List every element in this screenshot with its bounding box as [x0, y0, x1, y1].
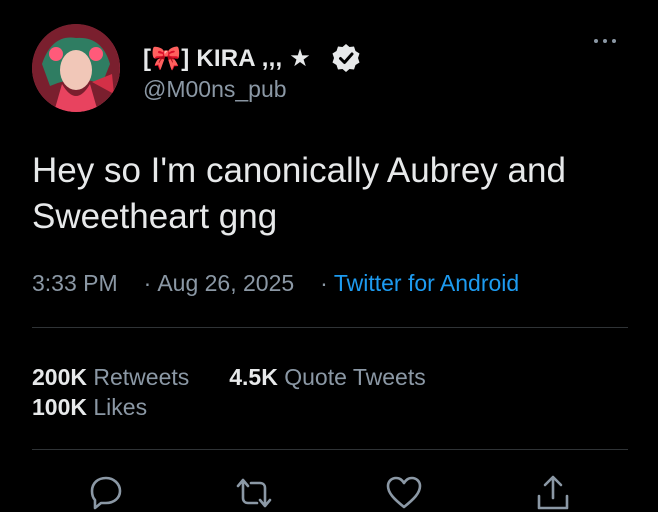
avatar-image: [32, 24, 120, 112]
like-button[interactable]: [385, 474, 423, 512]
share-icon: [537, 475, 569, 510]
user-handle[interactable]: @M00ns_pub: [143, 76, 287, 103]
separator-dot: ·: [320, 270, 328, 296]
display-name[interactable]: [🎀] KIRA ,,, ★: [143, 44, 311, 73]
tweet-stats: 200K Retweets 4.5K Quote Tweets 100K Lik…: [32, 362, 426, 422]
divider: [32, 327, 628, 328]
divider: [32, 449, 628, 450]
retweet-icon: [236, 478, 272, 508]
avatar[interactable]: [32, 24, 120, 112]
retweets-label: Retweets: [93, 364, 190, 390]
reply-button[interactable]: [87, 474, 125, 512]
tweet-source[interactable]: Twitter for Android: [334, 270, 519, 297]
share-button[interactable]: [534, 474, 572, 512]
likes-label: Likes: [93, 394, 148, 420]
tweet-meta: 3:33 PM · Aug 26, 2025 · Twitter for And…: [32, 270, 519, 297]
quote-tweets-stat[interactable]: 4.5K Quote Tweets: [229, 362, 425, 392]
action-bar: [0, 470, 658, 510]
retweets-stat[interactable]: 200K Retweets: [32, 362, 189, 392]
tweet-date[interactable]: Aug 26, 2025: [157, 270, 294, 297]
dot: [594, 39, 598, 43]
reply-icon: [90, 476, 122, 510]
more-options-icon[interactable]: [594, 32, 624, 50]
retweet-button[interactable]: [235, 474, 273, 512]
separator-dot: ·: [143, 270, 152, 296]
quote-tweets-label: Quote Tweets: [284, 364, 426, 390]
likes-stat[interactable]: 100K Likes: [32, 392, 147, 422]
verified-badge-icon: [332, 44, 360, 72]
name-row: [🎀] KIRA ,,, ★: [143, 42, 361, 74]
heart-icon: [386, 476, 422, 509]
dot: [603, 39, 607, 43]
tweet-text: Hey so I'm canonically Aubrey and Sweeth…: [32, 151, 566, 236]
tweet-time[interactable]: 3:33 PM: [32, 270, 118, 297]
dot: [612, 39, 616, 43]
quote-tweets-count: 4.5K: [229, 364, 278, 390]
retweets-count: 200K: [32, 364, 87, 390]
likes-count: 100K: [32, 394, 87, 420]
